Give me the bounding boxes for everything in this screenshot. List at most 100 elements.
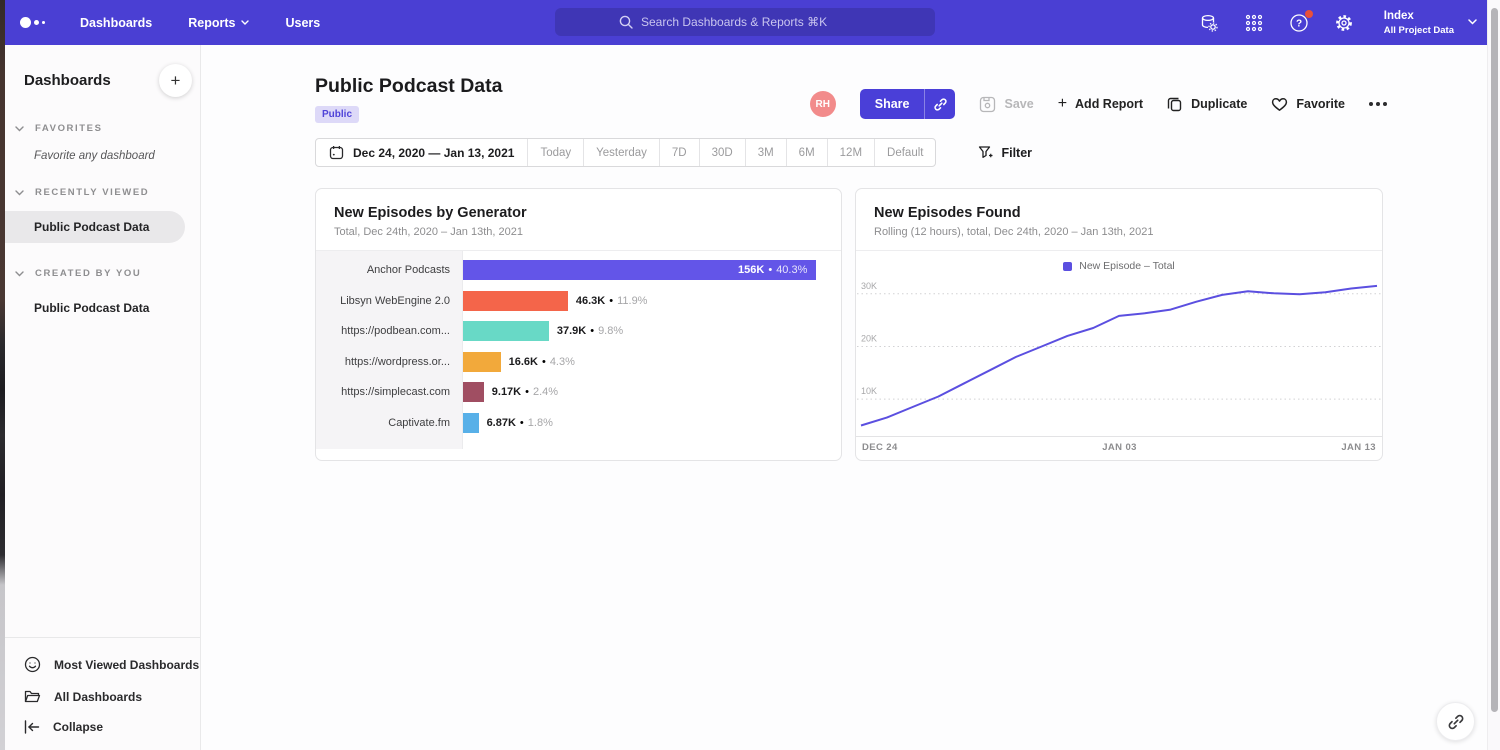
svg-text:30K: 30K [861,281,877,291]
date-preset-today[interactable]: Today [527,139,583,166]
date-range-bar: Dec 24, 2020 — Jan 13, 2021 TodayYesterd… [315,138,936,167]
share-button[interactable]: Share [860,89,925,119]
date-preset-12m[interactable]: 12M [827,139,874,166]
page-scrollbar[interactable] [1487,0,1500,750]
date-preset-default[interactable]: Default [874,139,935,166]
date-preset-7d[interactable]: 7D [659,139,699,166]
chevron-down-icon [15,126,24,132]
more-options-button[interactable] [1369,102,1387,106]
help-icon[interactable]: ? [1289,13,1309,33]
bar-chart[interactable]: Anchor Podcasts 156K•40.3% Libsyn WebEngin… [316,251,841,449]
nav-links: Dashboards Reports Users [80,16,320,30]
search-input[interactable] [641,15,871,29]
line-chart[interactable]: 10K20K30K [856,278,1382,436]
bar-segment[interactable] [463,382,484,402]
sidebar-section-header[interactable]: FAVORITES [5,123,200,134]
scrollbar-thumb[interactable] [1491,8,1498,712]
sidebar-footer-collapse[interactable]: Collapse [5,712,200,742]
sidebar-footer-label: Most Viewed Dashboards [54,658,199,672]
bar-chart-row[interactable]: https://wordpress.or... 16.6K•4.3% [316,347,841,378]
duplicate-button[interactable]: Duplicate [1167,96,1247,112]
filter-button[interactable]: Filter [978,145,1032,160]
date-preset-30d[interactable]: 30D [699,139,745,166]
avatar[interactable]: RH [810,91,836,117]
x-tick-label: JAN 03 [1102,442,1137,453]
sidebar: Dashboards + FAVORITESFavorite any dashb… [5,45,201,750]
date-preset-6m[interactable]: 6M [786,139,827,166]
sidebar-section-header[interactable]: RECENTLY VIEWED [5,187,200,198]
bar-segment[interactable] [463,291,568,311]
chevron-down-icon [15,190,24,196]
chevron-down-icon [15,271,24,277]
date-preset-3m[interactable]: 3M [745,139,786,166]
bar-category-label: Anchor Podcasts [316,264,463,276]
nav-link-reports[interactable]: Reports [188,16,249,30]
bar-zone: 6.87K•1.8% [463,408,841,439]
nav-link-users[interactable]: Users [285,16,320,30]
sidebar-item[interactable]: Public Podcast Data [5,211,185,243]
save-button[interactable]: Save [979,96,1033,113]
bar-segment[interactable] [463,352,501,372]
settings-gear-icon[interactable] [1334,13,1354,33]
data-sources-icon[interactable] [1199,13,1219,33]
bar-chart-row[interactable]: https://simplecast.com9.17K•2.4% [316,377,841,408]
bar-chart-subtitle: Total, Dec 24th, 2020 – Jan 13th, 2021 [334,226,823,238]
add-report-button[interactable]: + Add Report [1058,95,1143,113]
line-chart-card: New Episodes Found Rolling (12 hours), t… [855,188,1383,461]
bar-category-label: https://wordpress.or... [316,356,463,368]
bar-chart-row[interactable]: Anchor Podcasts 156K•40.3% [316,255,841,286]
date-range-button[interactable]: Dec 24, 2020 — Jan 13, 2021 [316,139,527,166]
bar-chart-row[interactable]: Libsyn WebEngine 2.0 46.3K•11.9% [316,286,841,317]
bar-value-label: 46.3K•11.9% [576,295,648,307]
sidebar-sections: FAVORITESFavorite any dashboardRECENTLY … [5,123,200,326]
bar-value-label: 156K•40.3% [738,264,807,276]
nav-link-dashboards[interactable]: Dashboards [80,16,152,30]
global-search[interactable] [555,8,935,36]
mode-logo-icon[interactable] [20,17,60,28]
sidebar-footer-label: Collapse [53,720,103,734]
sidebar-section-header[interactable]: CREATED BY YOU [5,268,200,279]
calendar-icon [329,145,344,160]
x-tick-label: DEC 24 [862,442,898,453]
folder-icon [24,689,41,704]
page-title: Public Podcast Data [315,75,502,98]
date-preset-yesterday[interactable]: Yesterday [583,139,659,166]
apps-grid-icon[interactable] [1244,13,1264,33]
sidebar-footer-all-dashboards[interactable]: All Dashboards [5,681,200,712]
bar-zone: 37.9K•9.8% [463,316,841,347]
bar-category-label: https://podbean.com... [316,325,463,337]
svg-text:10K: 10K [861,386,877,396]
svg-text:?: ? [1296,18,1302,29]
bar-segment[interactable] [463,413,479,433]
favorite-button[interactable]: Favorite [1271,97,1345,112]
add-dashboard-button[interactable]: + [159,64,192,97]
line-chart-subtitle: Rolling (12 hours), total, Dec 24th, 202… [874,226,1364,238]
heart-icon [1271,97,1288,112]
bar-value-label: 37.9K•9.8% [557,325,623,337]
sidebar-footer-label: All Dashboards [54,690,142,704]
bar-chart-row[interactable]: Captivate.fm6.87K•1.8% [316,408,841,439]
bar-zone: 9.17K•2.4% [463,377,841,408]
legend-label: New Episode – Total [1079,260,1175,272]
bar-zone: 156K•40.3% [463,255,841,286]
collapse-icon [24,720,40,734]
sidebar-section-label: FAVORITES [35,123,103,134]
visibility-badge: Public [315,106,359,123]
copy-link-button[interactable] [1436,702,1475,741]
workspace-switcher[interactable]: Index All Project Data [1384,9,1477,36]
sidebar-section-label: CREATED BY YOU [35,268,141,279]
sidebar-title: Dashboards [24,72,111,89]
bar-segment[interactable] [463,321,549,341]
sidebar-item[interactable]: Public Podcast Data [5,292,200,324]
chevron-down-icon [1468,19,1477,25]
share-link-icon[interactable] [924,89,955,119]
date-presets: TodayYesterday7D30D3M6M12MDefault [527,139,935,166]
sidebar-footer-most-viewed-dashboards[interactable]: Most Viewed Dashboards [5,648,200,681]
bar-chart-row[interactable]: https://podbean.com... 37.9K•9.8% [316,316,841,347]
top-navbar: Dashboards Reports Users [5,0,1487,45]
filter-icon [978,145,993,160]
bar-segment[interactable]: 156K•40.3% [463,260,816,280]
bar-category-label: Libsyn WebEngine 2.0 [316,295,463,307]
main-content: Public Podcast Data Public RH Share [201,45,1487,750]
bar-value-label: 16.6K•4.3% [509,356,575,368]
